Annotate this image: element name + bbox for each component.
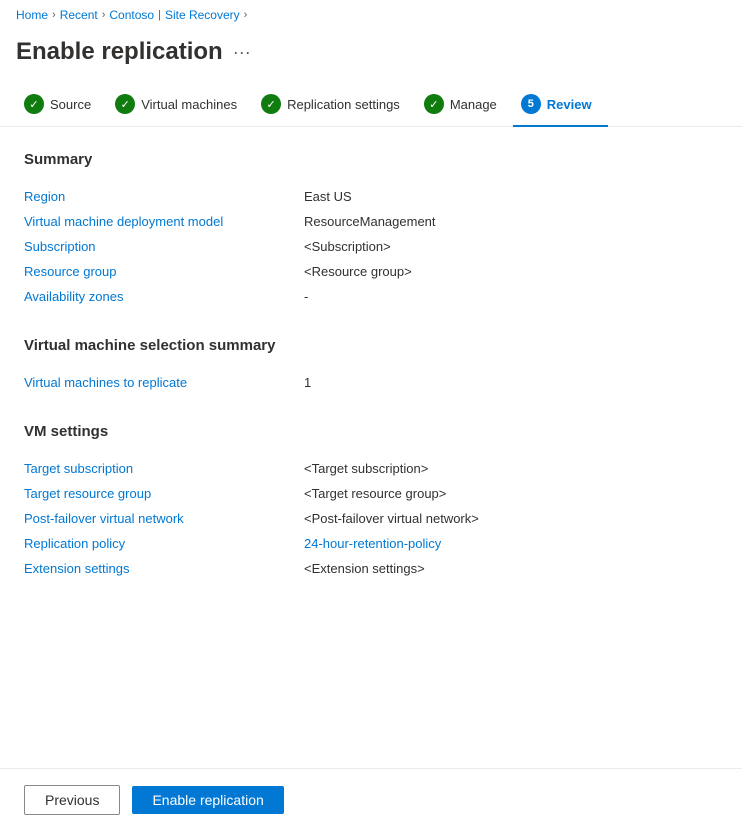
step-review-number: 5 [521,94,541,114]
summary-value-resource-group: <Resource group> [304,264,412,279]
previous-button[interactable]: Previous [24,785,120,815]
vm-settings-title: VM settings [24,423,718,440]
breadcrumb-sep-3: | [158,9,161,21]
breadcrumb: Home › Recent › Contoso | Site Recovery … [0,0,742,30]
vm-settings-label-vnet[interactable]: Post-failover virtual network [24,511,304,526]
breadcrumb-contoso[interactable]: Contoso [109,8,154,22]
step-rep-label: Replication settings [287,97,400,112]
vm-settings-row-extension: Extension settings <Extension settings> [24,556,718,581]
page-title: Enable replication [16,38,223,66]
step-vm-label: Virtual machines [141,97,237,112]
breadcrumb-recent[interactable]: Recent [60,8,98,22]
summary-row-resource-group: Resource group <Resource group> [24,259,718,284]
breadcrumb-sep-1: › [52,9,56,21]
summary-row-availability-zones: Availability zones - [24,284,718,309]
summary-value-vm-model: ResourceManagement [304,214,436,229]
vm-settings-value-vnet: <Post-failover virtual network> [304,511,479,526]
summary-label-region[interactable]: Region [24,189,304,204]
vm-settings-value-target-rg: <Target resource group> [304,486,446,501]
step-virtual-machines[interactable]: ✓ Virtual machines [107,82,253,126]
vm-settings-label-target-sub[interactable]: Target subscription [24,461,304,476]
vm-selection-value: 1 [304,375,311,390]
summary-title: Summary [24,151,718,168]
vm-settings-row-target-rg: Target resource group <Target resource g… [24,481,718,506]
vm-settings-section: VM settings Target subscription <Target … [24,423,718,581]
summary-label-subscription[interactable]: Subscription [24,239,304,254]
summary-section: Summary Region East US Virtual machine d… [24,151,718,309]
vm-settings-label-rep-policy[interactable]: Replication policy [24,536,304,551]
vm-selection-row: Virtual machines to replicate 1 [24,370,718,395]
vm-selection-section: Virtual machine selection summary Virtua… [24,337,718,395]
vm-settings-table: Target subscription <Target subscription… [24,456,718,581]
vm-selection-table: Virtual machines to replicate 1 [24,370,718,395]
breadcrumb-home[interactable]: Home [16,8,48,22]
step-source-label: Source [50,97,91,112]
summary-table: Region East US Virtual machine deploymen… [24,184,718,309]
steps-bar: ✓ Source ✓ Virtual machines ✓ Replicatio… [0,82,742,127]
breadcrumb-sep-4: › [244,9,248,21]
step-rep-check-icon: ✓ [261,94,281,114]
breadcrumb-site-recovery[interactable]: Site Recovery [165,8,240,22]
vm-settings-value-extension: <Extension settings> [304,561,425,576]
vm-settings-row-target-sub: Target subscription <Target subscription… [24,456,718,481]
vm-selection-title: Virtual machine selection summary [24,337,718,354]
vm-settings-row-vnet: Post-failover virtual network <Post-fail… [24,506,718,531]
summary-value-availability-zones: - [304,289,308,304]
main-content: Summary Region East US Virtual machine d… [0,151,742,689]
step-manage-label: Manage [450,97,497,112]
page-title-row: Enable replication ··· [0,30,742,82]
step-manage[interactable]: ✓ Manage [416,82,513,126]
step-vm-check-icon: ✓ [115,94,135,114]
page-options-button[interactable]: ··· [233,42,251,63]
summary-row-vm-model: Virtual machine deployment model Resourc… [24,209,718,234]
summary-label-resource-group[interactable]: Resource group [24,264,304,279]
breadcrumb-sep-2: › [102,9,106,21]
vm-settings-value-rep-policy[interactable]: 24-hour-retention-policy [304,536,441,551]
summary-value-region: East US [304,189,352,204]
summary-value-subscription: <Subscription> [304,239,391,254]
summary-row-region: Region East US [24,184,718,209]
summary-label-availability-zones[interactable]: Availability zones [24,289,304,304]
step-manage-check-icon: ✓ [424,94,444,114]
vm-selection-label[interactable]: Virtual machines to replicate [24,375,304,390]
step-review[interactable]: 5 Review [513,82,608,126]
enable-replication-button[interactable]: Enable replication [132,786,283,814]
vm-settings-label-target-rg[interactable]: Target resource group [24,486,304,501]
footer: Previous Enable replication [0,768,742,831]
vm-settings-value-target-sub: <Target subscription> [304,461,428,476]
content-area: Summary Region East US Virtual machine d… [0,151,742,581]
vm-settings-row-rep-policy: Replication policy 24-hour-retention-pol… [24,531,718,556]
step-source[interactable]: ✓ Source [16,82,107,126]
summary-label-vm-model[interactable]: Virtual machine deployment model [24,214,304,229]
step-source-check-icon: ✓ [24,94,44,114]
step-review-label: Review [547,97,592,112]
summary-row-subscription: Subscription <Subscription> [24,234,718,259]
vm-settings-label-extension[interactable]: Extension settings [24,561,304,576]
step-replication-settings[interactable]: ✓ Replication settings [253,82,416,126]
